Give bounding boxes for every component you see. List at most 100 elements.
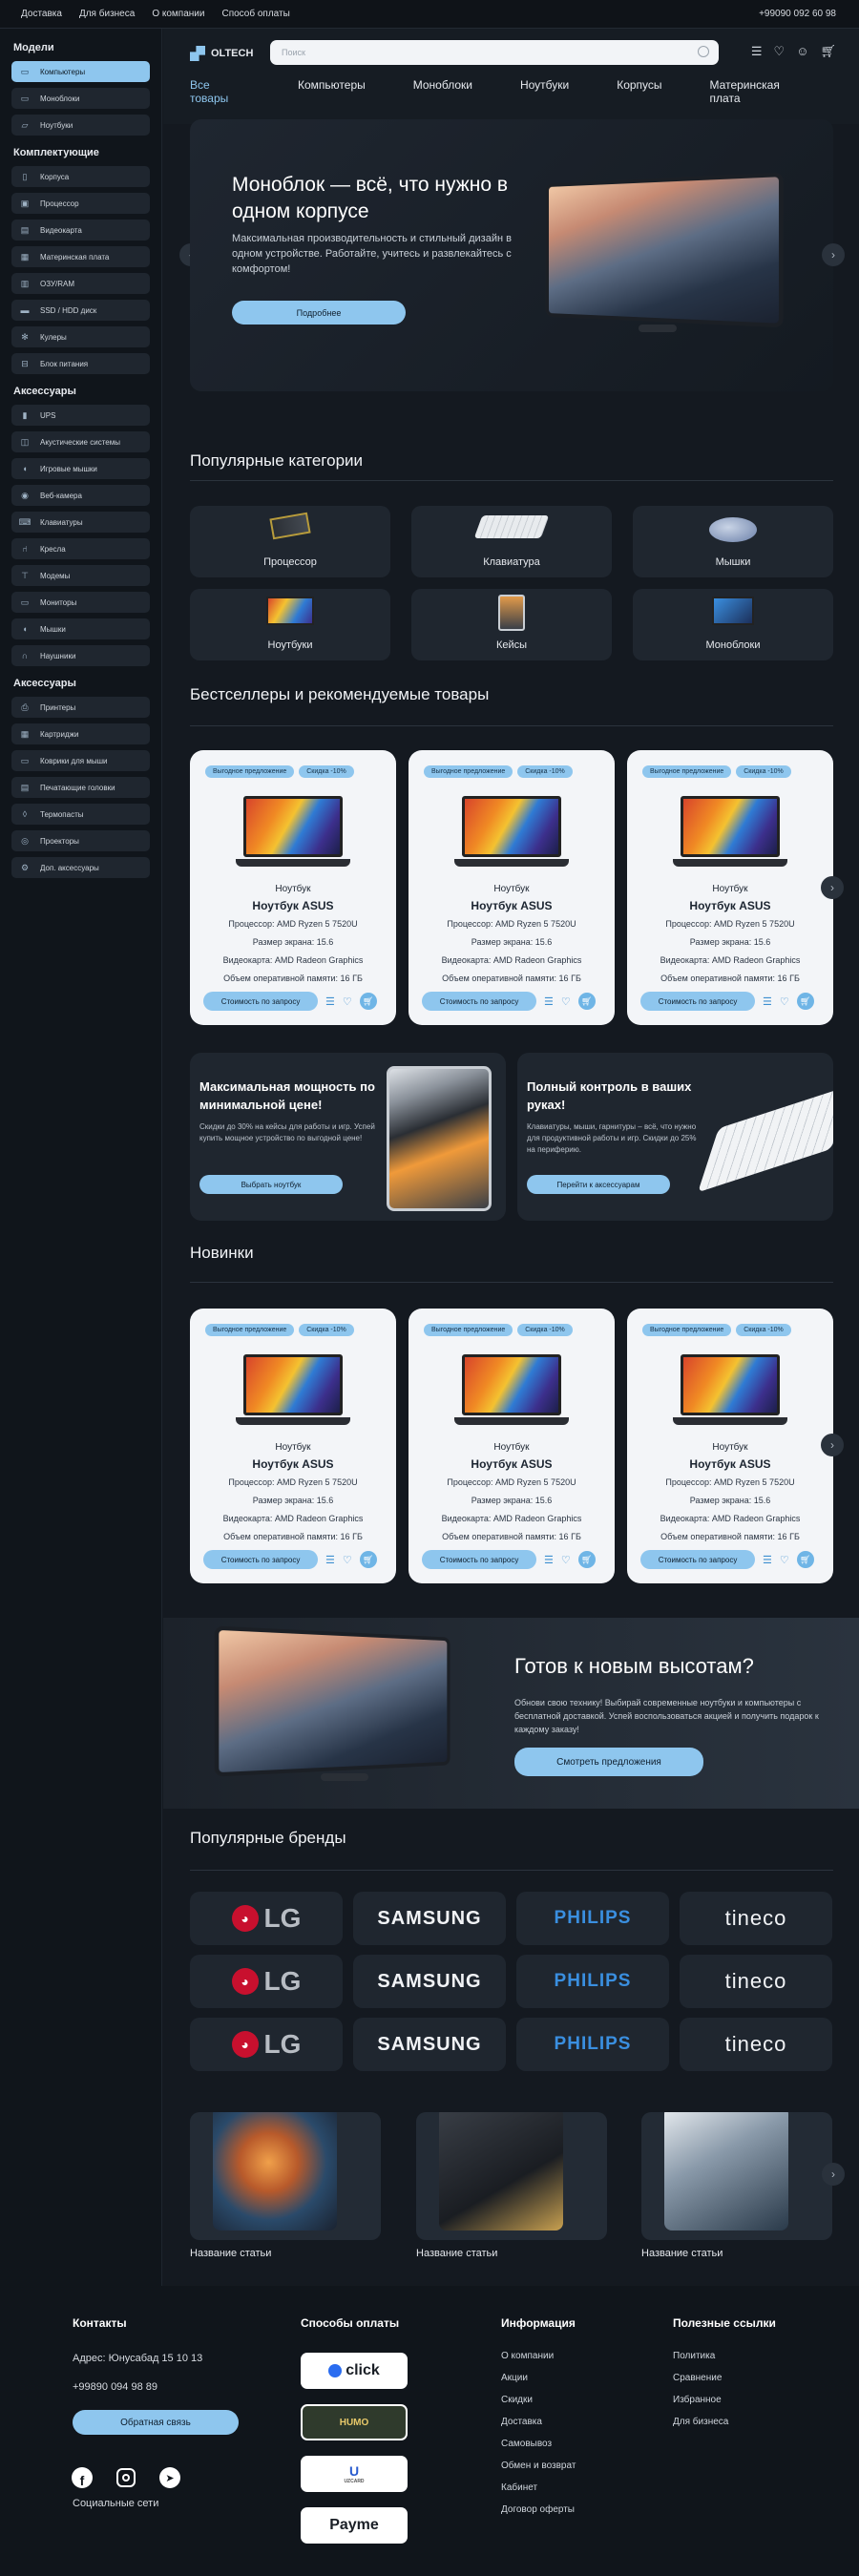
sidebar-item[interactable]: ◊ Термопасты bbox=[11, 804, 150, 825]
favorite-icon[interactable]: ♡ bbox=[780, 1554, 789, 1566]
category-mouse[interactable]: Мышки bbox=[633, 506, 833, 577]
logo[interactable]: OLTECH bbox=[190, 46, 253, 61]
brand-philips[interactable]: PHILIPS bbox=[516, 2018, 669, 2071]
brand-samsung[interactable]: SAMSUNG bbox=[353, 1955, 506, 2008]
favorite-icon[interactable]: ♡ bbox=[561, 1554, 571, 1566]
compare-icon[interactable]: ☰ bbox=[544, 995, 554, 1008]
category-cases[interactable]: Кейсы bbox=[411, 589, 612, 660]
telegram-icon[interactable]: ➤ bbox=[158, 2466, 181, 2489]
cart-icon[interactable]: 🛒︎ bbox=[360, 1551, 377, 1568]
brand-lg[interactable]: ◕ LG bbox=[190, 1892, 343, 1945]
top-link-business[interactable]: Для бизнеса bbox=[79, 9, 135, 19]
sidebar-item[interactable]: ▣ Процессор bbox=[11, 193, 150, 214]
footer-info-link[interactable]: Акции bbox=[501, 2373, 528, 2383]
compare-icon[interactable]: ☰ bbox=[544, 1554, 554, 1566]
sidebar-item[interactable]: ✻ Кулеры bbox=[11, 326, 150, 347]
articles-next-arrow[interactable]: › bbox=[822, 2163, 845, 2186]
sidebar-item[interactable]: ▦ Материнская плата bbox=[11, 246, 150, 267]
footer-useful-link[interactable]: Политика bbox=[673, 2351, 715, 2361]
search-input[interactable]: Поиск bbox=[270, 40, 719, 65]
payment-click[interactable]: click bbox=[301, 2353, 408, 2389]
footer-info-link[interactable]: Кабинет bbox=[501, 2482, 537, 2493]
nav-all[interactable]: Все товары bbox=[190, 78, 250, 105]
payment-uzcard[interactable]: U UZCARD bbox=[301, 2456, 408, 2492]
compare-icon[interactable]: ☰ bbox=[325, 995, 335, 1008]
article-card[interactable] bbox=[641, 2112, 832, 2240]
cart-icon[interactable]: 🛒︎ bbox=[797, 1551, 814, 1568]
cart-icon[interactable]: 🛒︎ bbox=[820, 44, 836, 59]
sidebar-item[interactable]: ◫ Акустические системы bbox=[11, 431, 150, 452]
favorites-icon[interactable]: ♡ bbox=[774, 44, 786, 59]
nav-laptops[interactable]: Ноутбуки bbox=[520, 78, 569, 105]
price-request-button[interactable]: Стоимость по запросу bbox=[640, 1550, 755, 1569]
feedback-button[interactable]: Обратная связь bbox=[73, 2410, 239, 2435]
footer-phone[interactable]: +99890 094 98 89 bbox=[73, 2381, 157, 2393]
bestsellers-next-arrow[interactable]: › bbox=[821, 876, 844, 899]
brand-tineco[interactable]: tineco bbox=[680, 1892, 832, 1945]
footer-info-link[interactable]: Самовывоз bbox=[501, 2439, 552, 2449]
price-request-button[interactable]: Стоимость по запросу bbox=[203, 1550, 318, 1569]
brand-philips[interactable]: PHILIPS bbox=[516, 1892, 669, 1945]
sidebar-item[interactable]: ∩ Наушники bbox=[11, 645, 150, 666]
cart-icon[interactable]: 🛒︎ bbox=[578, 1551, 596, 1568]
price-request-button[interactable]: Стоимость по запросу bbox=[422, 992, 536, 1011]
article-card[interactable] bbox=[190, 2112, 381, 2240]
favorite-icon[interactable]: ♡ bbox=[780, 995, 789, 1008]
user-icon[interactable]: ☺ bbox=[796, 44, 808, 59]
sidebar-item[interactable]: ⚙ Доп. аксессуары bbox=[11, 857, 150, 878]
sidebar-item[interactable]: ◖ Мышки bbox=[11, 618, 150, 639]
footer-info-link[interactable]: О компании bbox=[501, 2351, 554, 2361]
sidebar-item[interactable]: ⊟ Блок питания bbox=[11, 353, 150, 374]
brand-tineco[interactable]: tineco bbox=[680, 2018, 832, 2071]
favorite-icon[interactable]: ♡ bbox=[343, 1554, 352, 1566]
sidebar-item[interactable]: ▥ ОЗУ/RAM bbox=[11, 273, 150, 294]
product-name[interactable]: Ноутбук ASUS bbox=[409, 899, 615, 912]
brand-lg[interactable]: ◕ LG bbox=[190, 1955, 343, 2008]
favorite-icon[interactable]: ♡ bbox=[343, 995, 352, 1008]
price-request-button[interactable]: Стоимость по запросу bbox=[422, 1550, 536, 1569]
hero-next-arrow[interactable]: › bbox=[822, 243, 845, 266]
sidebar-item[interactable]: ▭ Моноблоки bbox=[11, 88, 150, 109]
new-next-arrow[interactable]: › bbox=[821, 1434, 844, 1456]
new-product-card[interactable]: Выгодное предложение Скидка -10% Ноутбук Но… bbox=[627, 1309, 833, 1583]
category-monoblocks[interactable]: Моноблоки bbox=[633, 589, 833, 660]
sidebar-item[interactable]: ⎙ Принтеры bbox=[11, 697, 150, 718]
sidebar-item[interactable]: ▯ Корпуса bbox=[11, 166, 150, 187]
top-phone[interactable]: +99090 092 60 98 bbox=[759, 9, 836, 19]
cart-icon[interactable]: 🛒︎ bbox=[360, 993, 377, 1010]
brand-samsung[interactable]: SAMSUNG bbox=[353, 2018, 506, 2071]
nav-computers[interactable]: Компьютеры bbox=[298, 78, 366, 105]
favorite-icon[interactable]: ♡ bbox=[561, 995, 571, 1008]
payment-payme[interactable]: Payme bbox=[301, 2507, 408, 2544]
top-link-payment[interactable]: Способ оплаты bbox=[221, 9, 289, 19]
search-icon[interactable] bbox=[698, 46, 709, 57]
compare-icon[interactable]: ☰ bbox=[325, 1554, 335, 1566]
price-request-button[interactable]: Стоимость по запросу bbox=[640, 992, 755, 1011]
compare-icon[interactable]: ☰ bbox=[751, 44, 763, 59]
category-cpu[interactable]: Процессор bbox=[190, 506, 390, 577]
sidebar-item[interactable]: ▭ Мониторы bbox=[11, 592, 150, 613]
footer-info-link[interactable]: Скидки bbox=[501, 2395, 533, 2405]
instagram-icon[interactable] bbox=[115, 2466, 137, 2489]
sidebar-item[interactable]: ▬ SSD / HDD диск bbox=[11, 300, 150, 321]
brand-tineco[interactable]: tineco bbox=[680, 1955, 832, 2008]
sidebar-item[interactable]: ▭ Коврики для мыши bbox=[11, 750, 150, 771]
category-laptops[interactable]: Ноутбуки bbox=[190, 589, 390, 660]
cart-icon[interactable]: 🛒︎ bbox=[797, 993, 814, 1010]
promo2-button[interactable]: Перейти к аксессуарам bbox=[527, 1175, 670, 1194]
sidebar-item[interactable]: ⌨ Клавиатуры bbox=[11, 512, 150, 533]
brand-samsung[interactable]: SAMSUNG bbox=[353, 1892, 506, 1945]
bestseller-product-card[interactable]: Выгодное предложение Скидка -10% Ноутбук Но… bbox=[409, 750, 615, 1025]
sidebar-item[interactable]: ◉ Веб-камера bbox=[11, 485, 150, 506]
top-link-about[interactable]: О компании bbox=[152, 9, 204, 19]
footer-info-link[interactable]: Доставка bbox=[501, 2417, 542, 2427]
article-card[interactable] bbox=[416, 2112, 607, 2240]
payment-humo[interactable]: HUMO bbox=[301, 2404, 408, 2440]
product-name[interactable]: Ноутбук ASUS bbox=[190, 1457, 396, 1471]
footer-useful-link[interactable]: Избранное bbox=[673, 2395, 722, 2405]
new-product-card[interactable]: Выгодное предложение Скидка -10% Ноутбук Но… bbox=[190, 1309, 396, 1583]
product-name[interactable]: Ноутбук ASUS bbox=[409, 1457, 615, 1471]
top-link-delivery[interactable]: Доставка bbox=[21, 9, 62, 19]
footer-info-link[interactable]: Обмен и возврат bbox=[501, 2461, 576, 2471]
compare-icon[interactable]: ☰ bbox=[763, 1554, 772, 1566]
